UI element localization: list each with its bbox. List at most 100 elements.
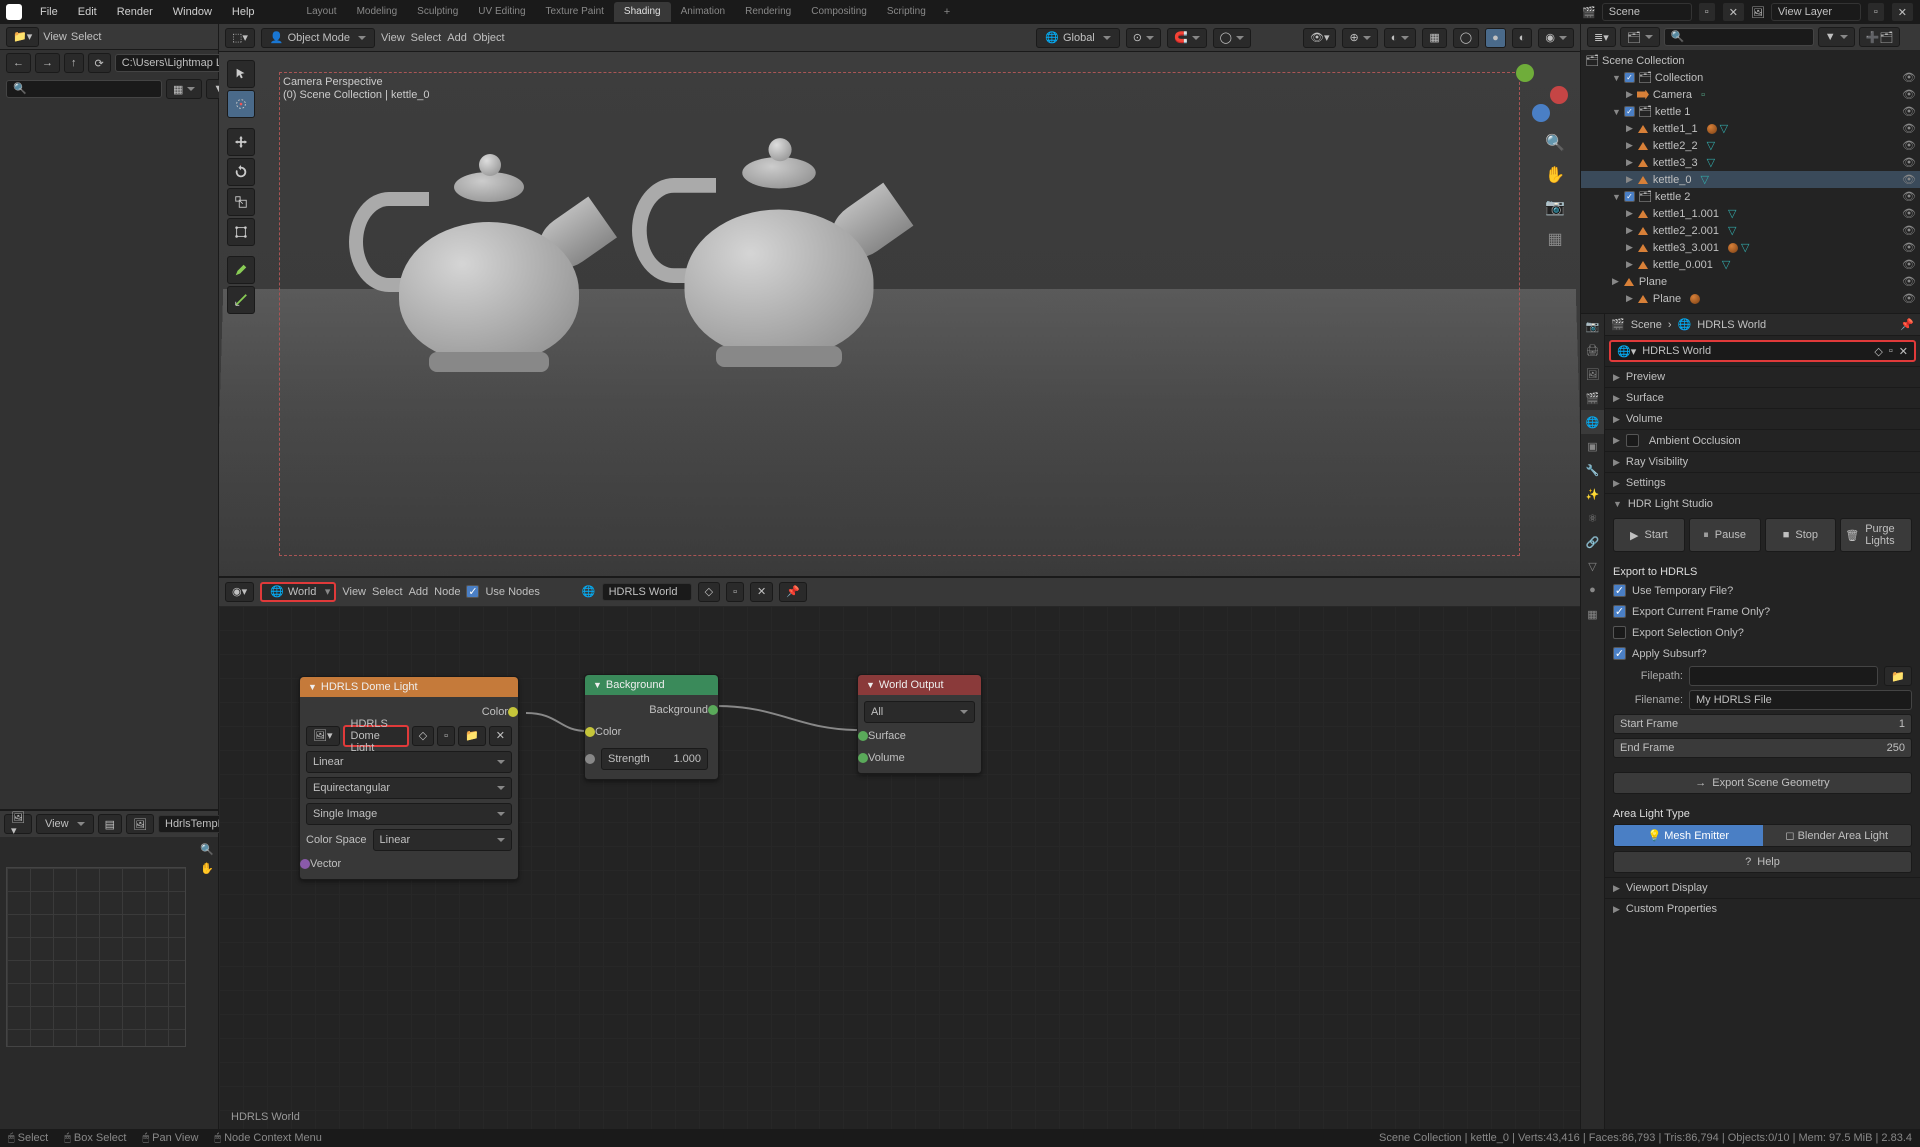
tab-animation[interactable]: Animation bbox=[671, 2, 735, 22]
tool-transform[interactable] bbox=[227, 218, 255, 246]
image-mode-dropdown[interactable]: View bbox=[36, 814, 94, 834]
tab-object[interactable]: ▣ bbox=[1581, 434, 1604, 458]
scene-close-button[interactable]: ✕ bbox=[1722, 2, 1745, 22]
image-link-icon[interactable]: 🖼 bbox=[126, 814, 154, 834]
node-world-output[interactable]: ▼World Output All Surface Volume bbox=[857, 674, 982, 774]
image-zoom-icon[interactable]: 🔍 bbox=[200, 843, 214, 856]
menu-render[interactable]: Render bbox=[109, 3, 161, 21]
fb-view-menu[interactable]: View bbox=[43, 31, 67, 43]
node-editor-type-icon[interactable]: ◉▾ bbox=[225, 582, 254, 602]
subsurf-checkbox[interactable]: ✓Apply Subsurf? bbox=[1613, 645, 1912, 662]
outliner-search[interactable] bbox=[1664, 28, 1814, 46]
tab-constraints[interactable]: 🔗 bbox=[1581, 530, 1604, 554]
vp-object-menu[interactable]: Object bbox=[473, 32, 505, 44]
tab-texture[interactable]: ▦ bbox=[1581, 602, 1604, 626]
vp-view-menu[interactable]: View bbox=[381, 32, 405, 44]
area-light-toggle[interactable]: 💡 Mesh Emitter ◻ Blender Area Light bbox=[1613, 824, 1912, 847]
tree-row-kettle1-1[interactable]: ▶kettle1_1 ▽👁 bbox=[1581, 120, 1920, 137]
xray-toggle[interactable]: ▦ bbox=[1422, 28, 1446, 48]
outliner-new-collection[interactable]: ➕🗂 bbox=[1859, 27, 1901, 47]
image-browse-icon[interactable]: 🖼▾ bbox=[306, 726, 340, 746]
mode-dropdown[interactable]: 👤 Object Mode bbox=[261, 28, 375, 48]
socket-background-out[interactable]: Background bbox=[591, 701, 712, 719]
scene-name-field[interactable] bbox=[1602, 3, 1692, 21]
image-pan-icon[interactable]: ✋ bbox=[200, 862, 214, 875]
tree-row-plane[interactable]: ▶Plane 👁 bbox=[1581, 290, 1920, 307]
eye-icon[interactable]: 👁 bbox=[1902, 241, 1916, 254]
pivot-dropdown[interactable]: ⊙ bbox=[1126, 28, 1161, 48]
fb-forward-button[interactable]: → bbox=[35, 53, 60, 73]
image-editor-type-icon[interactable]: 🖼▾ bbox=[4, 814, 32, 834]
interpolation-dropdown[interactable]: Linear bbox=[306, 751, 512, 773]
tab-rendering[interactable]: Rendering bbox=[735, 2, 801, 22]
mesh-emitter-option[interactable]: 💡 Mesh Emitter bbox=[1614, 825, 1763, 846]
tree-row-kettle-0-001[interactable]: ▶kettle_0.001 ▽👁 bbox=[1581, 256, 1920, 273]
tree-root[interactable]: 🗂Scene Collection bbox=[1581, 52, 1920, 69]
fb-refresh-button[interactable]: ⟳ bbox=[88, 53, 111, 73]
pause-button[interactable]: ⏸Pause bbox=[1689, 518, 1761, 552]
world-unlink-button[interactable]: ✕ bbox=[750, 582, 773, 602]
vp-add-menu[interactable]: Add bbox=[447, 32, 467, 44]
panel-head-custom-properties[interactable]: ▶Custom Properties bbox=[1605, 899, 1920, 919]
menu-file[interactable]: File bbox=[32, 3, 66, 21]
eye-icon[interactable]: 👁 bbox=[1902, 71, 1916, 84]
outliner-display-mode[interactable]: 🗂 bbox=[1620, 27, 1660, 47]
panel-head-settings[interactable]: ▶Settings bbox=[1605, 473, 1920, 493]
tree-row-kettle-0[interactable]: ▶kettle_0 ▽👁 bbox=[1581, 171, 1920, 188]
nav-gizmo[interactable] bbox=[1508, 64, 1568, 124]
new-image-icon[interactable]: ▫ bbox=[437, 726, 455, 746]
browse-folder-icon[interactable]: 📁 bbox=[1884, 666, 1912, 686]
fake-user-icon[interactable]: ◇ bbox=[412, 726, 434, 746]
tool-rotate[interactable] bbox=[227, 158, 255, 186]
persp-icon[interactable]: ▦ bbox=[1544, 228, 1566, 250]
curr-frame-checkbox[interactable]: ✓Export Current Frame Only? bbox=[1613, 603, 1912, 620]
tab-compositing[interactable]: Compositing bbox=[801, 2, 877, 22]
tool-move[interactable] bbox=[227, 128, 255, 156]
eye-icon[interactable]: 👁 bbox=[1902, 173, 1916, 186]
fb-search-input[interactable] bbox=[6, 80, 162, 98]
tree-row-kettle3-3-001[interactable]: ▶kettle3_3.001 ▽👁 bbox=[1581, 239, 1920, 256]
tool-select[interactable] bbox=[227, 60, 255, 88]
blender-area-option[interactable]: ◻ Blender Area Light bbox=[1763, 825, 1912, 846]
tab-modifiers[interactable]: 🔧 bbox=[1581, 458, 1604, 482]
help-button[interactable]: ?Help bbox=[1613, 851, 1912, 873]
snap-toggle[interactable]: 🧲 bbox=[1167, 28, 1207, 48]
fb-up-button[interactable]: ↑ bbox=[64, 53, 84, 73]
panel-head-hdrls[interactable]: ▼HDR Light Studio bbox=[1605, 494, 1920, 514]
eye-icon[interactable]: 👁 bbox=[1902, 258, 1916, 271]
eye-icon[interactable]: 👁 bbox=[1902, 224, 1916, 237]
tab-particles[interactable]: ✨ bbox=[1581, 482, 1604, 506]
menu-help[interactable]: Help bbox=[224, 3, 263, 21]
menu-window[interactable]: Window bbox=[165, 3, 220, 21]
axis-z-icon[interactable] bbox=[1532, 104, 1550, 122]
zoom-icon[interactable]: 🔍 bbox=[1544, 132, 1566, 154]
node-dome-light[interactable]: ▼HDRLS Dome Light Color 🖼▾ HDRLS Dome Li… bbox=[299, 676, 519, 880]
eye-icon[interactable]: 👁 bbox=[1902, 105, 1916, 118]
start-frame-field[interactable]: Start Frame1 bbox=[1613, 714, 1912, 734]
filepath-input[interactable] bbox=[1689, 666, 1878, 686]
tree-row-camera[interactable]: ▶Camera ▫👁 bbox=[1581, 86, 1920, 103]
orientation-dropdown[interactable]: 🌐 Global bbox=[1036, 28, 1120, 48]
socket-strength-in[interactable]: Strength1.000 bbox=[591, 745, 712, 773]
vp-select-menu[interactable]: Select bbox=[411, 32, 442, 44]
shade-wire[interactable]: ◯ bbox=[1453, 28, 1479, 48]
eye-icon[interactable]: 👁 bbox=[1902, 156, 1916, 169]
node-canvas[interactable]: ▼HDRLS Dome Light Color 🖼▾ HDRLS Dome Li… bbox=[219, 606, 1580, 1130]
tab-viewlayer[interactable]: 🖼 bbox=[1581, 362, 1604, 386]
ne-view-menu[interactable]: View bbox=[342, 586, 366, 598]
tab-sculpting[interactable]: Sculpting bbox=[407, 2, 468, 22]
panel-head-volume[interactable]: ▶Volume bbox=[1605, 409, 1920, 429]
unlink-icon[interactable]: ✕ bbox=[1899, 345, 1908, 358]
world-new-button[interactable]: ▫ bbox=[726, 582, 744, 602]
browse-icon[interactable]: ◇ bbox=[1874, 345, 1882, 358]
tree-row-kettle2-2-001[interactable]: ▶kettle2_2.001 ▽👁 bbox=[1581, 222, 1920, 239]
pin-icon[interactable]: 📌 bbox=[1900, 318, 1914, 331]
tab-shading[interactable]: Shading bbox=[614, 2, 671, 22]
panel-head-preview[interactable]: ▶Preview bbox=[1605, 367, 1920, 387]
tab-output[interactable]: 🖨 bbox=[1581, 338, 1604, 362]
socket-color-out[interactable]: Color bbox=[306, 703, 512, 721]
outliner-type-icon[interactable]: ≣▾ bbox=[1587, 27, 1616, 47]
visibility-icon[interactable]: 👁▾ bbox=[1303, 28, 1337, 48]
fb-select-menu[interactable]: Select bbox=[71, 31, 102, 43]
export-geometry-button[interactable]: →Export Scene Geometry bbox=[1613, 772, 1912, 794]
